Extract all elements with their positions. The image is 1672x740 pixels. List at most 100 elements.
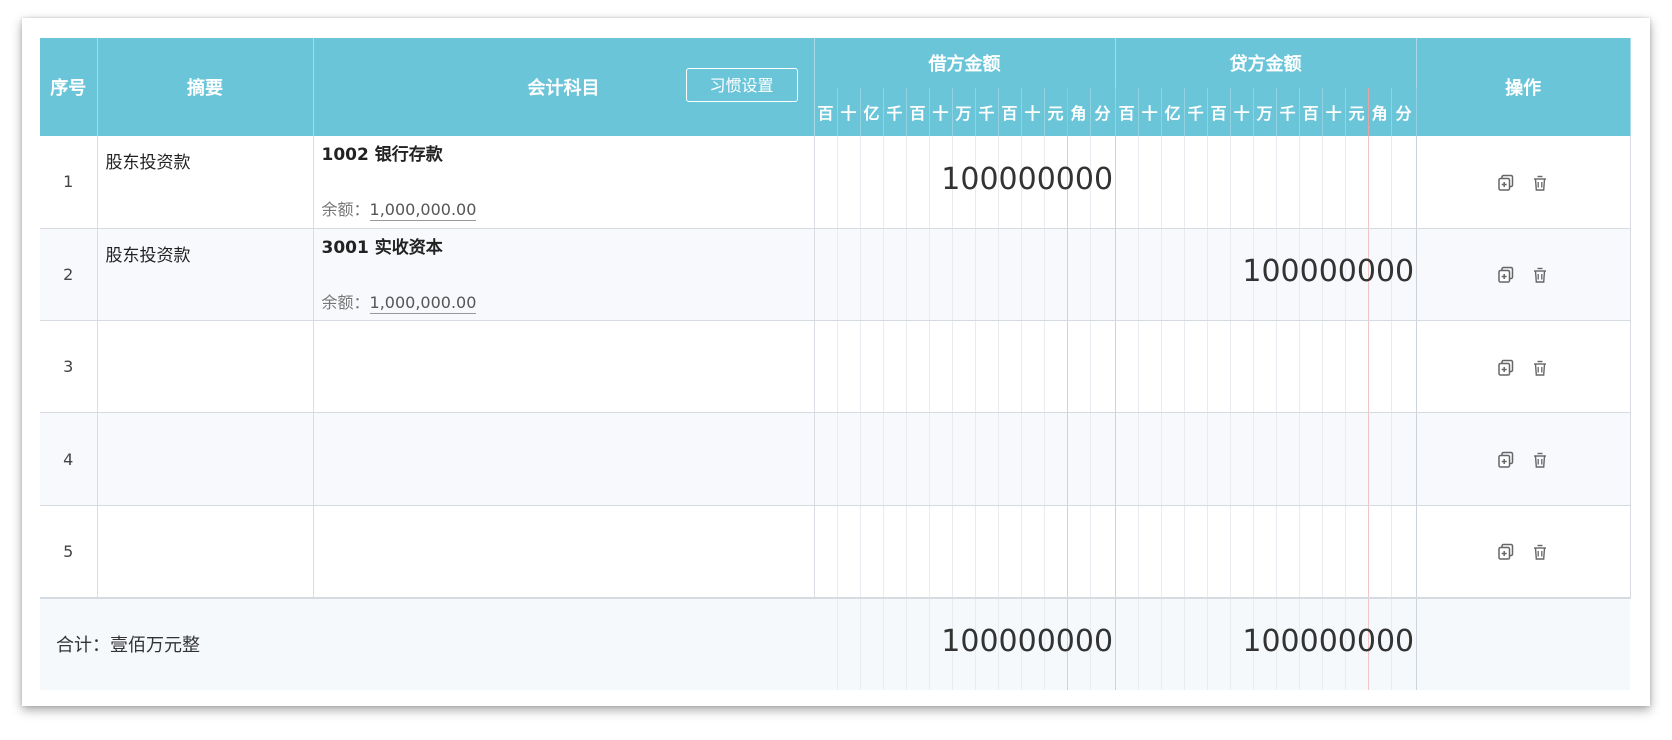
credit-digit-cell[interactable] — [1115, 412, 1139, 506]
debit-digit-cell[interactable] — [929, 228, 953, 322]
summary-input[interactable] — [97, 320, 314, 414]
credit-digit-cell[interactable] — [1207, 505, 1231, 599]
credit-digit-cell[interactable] — [1391, 505, 1417, 599]
credit-digit-cell[interactable] — [1230, 505, 1254, 599]
credit-digit-cell[interactable] — [1253, 320, 1277, 414]
debit-digit-cell[interactable] — [883, 228, 907, 322]
credit-digit-cell[interactable] — [1322, 412, 1346, 506]
credit-digit-cell[interactable] — [1345, 320, 1369, 414]
copy-icon[interactable] — [1497, 543, 1515, 561]
copy-icon[interactable] — [1497, 451, 1515, 469]
debit-digit-cell[interactable] — [1090, 505, 1116, 599]
debit-digit-cell[interactable] — [883, 136, 907, 229]
debit-digit-cell[interactable] — [814, 505, 838, 599]
credit-digit-cell[interactable] — [1138, 505, 1162, 599]
debit-digit-cell[interactable] — [975, 505, 999, 599]
debit-digit-cell[interactable] — [860, 228, 884, 322]
credit-digit-cell[interactable] — [1345, 136, 1369, 229]
credit-digit-cell[interactable] — [1391, 228, 1417, 322]
copy-icon[interactable] — [1497, 266, 1515, 284]
credit-digit-cell[interactable] — [1230, 320, 1254, 414]
debit-digit-cell[interactable] — [998, 320, 1022, 414]
debit-digit-cell[interactable] — [998, 412, 1022, 506]
debit-digit-cell[interactable] — [1021, 412, 1045, 506]
debit-digit-cell[interactable] — [1067, 320, 1091, 414]
account-select[interactable] — [313, 412, 815, 506]
debit-digit-cell[interactable] — [1021, 228, 1045, 322]
credit-digit-cell[interactable] — [1161, 228, 1185, 322]
debit-digit-cell[interactable] — [1021, 136, 1045, 229]
credit-digit-cell[interactable] — [1161, 320, 1185, 414]
debit-digit-cell[interactable] — [837, 412, 861, 506]
credit-digit-cell[interactable] — [1230, 412, 1254, 506]
debit-digit-cell[interactable] — [952, 412, 976, 506]
debit-digit-cell[interactable] — [1021, 505, 1045, 599]
debit-digit-cell[interactable] — [906, 228, 930, 322]
credit-digit-cell[interactable] — [1345, 412, 1369, 506]
credit-digit-cell[interactable] — [1115, 136, 1139, 229]
credit-digit-cell[interactable] — [1299, 136, 1323, 229]
debit-digit-cell[interactable] — [814, 412, 838, 506]
debit-digit-cell[interactable] — [1067, 136, 1091, 229]
credit-digit-cell[interactable] — [1322, 320, 1346, 414]
credit-digit-cell[interactable] — [1391, 320, 1417, 414]
credit-digit-cell[interactable] — [1276, 228, 1300, 322]
debit-digit-cell[interactable] — [929, 505, 953, 599]
debit-digit-cell[interactable] — [1021, 320, 1045, 414]
balance-value[interactable]: 1,000,000.00 — [369, 200, 477, 221]
debit-digit-cell[interactable] — [1067, 228, 1091, 322]
copy-icon[interactable] — [1497, 174, 1515, 192]
debit-digit-cell[interactable] — [998, 228, 1022, 322]
debit-digit-cell[interactable] — [1090, 412, 1116, 506]
credit-digit-cell[interactable] — [1345, 505, 1369, 599]
debit-digit-cell[interactable] — [860, 136, 884, 229]
credit-digit-cell[interactable] — [1322, 505, 1346, 599]
debit-digit-cell[interactable] — [837, 320, 861, 414]
debit-digit-cell[interactable] — [929, 320, 953, 414]
debit-digit-cell[interactable] — [952, 136, 976, 229]
credit-digit-cell[interactable] — [1299, 412, 1323, 506]
debit-digit-cell[interactable] — [929, 136, 953, 229]
credit-digit-cell[interactable] — [1115, 228, 1139, 322]
debit-digit-cell[interactable] — [814, 136, 838, 229]
debit-digit-cell[interactable] — [837, 136, 861, 229]
account-select[interactable] — [313, 505, 815, 599]
credit-digit-cell[interactable] — [1230, 228, 1254, 322]
debit-digit-cell[interactable] — [1090, 320, 1116, 414]
credit-digit-cell[interactable] — [1391, 136, 1417, 229]
credit-digit-cell[interactable] — [1207, 412, 1231, 506]
credit-digit-cell[interactable] — [1253, 412, 1277, 506]
debit-digit-cell[interactable] — [906, 136, 930, 229]
debit-digit-cell[interactable] — [883, 412, 907, 506]
credit-digit-cell[interactable] — [1276, 412, 1300, 506]
debit-digit-cell[interactable] — [1067, 505, 1091, 599]
credit-digit-cell[interactable] — [1161, 505, 1185, 599]
credit-digit-cell[interactable] — [1253, 228, 1277, 322]
credit-digit-cell[interactable] — [1368, 136, 1392, 229]
credit-digit-cell[interactable] — [1253, 136, 1277, 229]
debit-digit-cell[interactable] — [952, 505, 976, 599]
debit-digit-cell[interactable] — [1044, 228, 1068, 322]
credit-digit-cell[interactable] — [1138, 412, 1162, 506]
debit-digit-cell[interactable] — [952, 228, 976, 322]
debit-digit-cell[interactable] — [998, 136, 1022, 229]
credit-digit-cell[interactable] — [1138, 320, 1162, 414]
debit-digit-cell[interactable] — [929, 412, 953, 506]
debit-digit-cell[interactable] — [1044, 412, 1068, 506]
credit-digit-cell[interactable] — [1207, 320, 1231, 414]
account-select[interactable]: 3001 实收资本 余额：1,000,000.00 — [313, 228, 815, 322]
debit-digit-cell[interactable] — [906, 320, 930, 414]
debit-digit-cell[interactable] — [814, 320, 838, 414]
credit-digit-cell[interactable] — [1253, 505, 1277, 599]
credit-digit-cell[interactable] — [1345, 228, 1369, 322]
debit-digit-cell[interactable] — [1044, 320, 1068, 414]
credit-digit-cell[interactable] — [1138, 136, 1162, 229]
credit-digit-cell[interactable] — [1184, 136, 1208, 229]
account-select[interactable] — [313, 320, 815, 414]
credit-digit-cell[interactable] — [1368, 228, 1392, 322]
debit-digit-cell[interactable] — [860, 505, 884, 599]
debit-digit-cell[interactable] — [860, 412, 884, 506]
credit-digit-cell[interactable] — [1161, 136, 1185, 229]
trash-icon[interactable] — [1531, 266, 1549, 284]
credit-digit-cell[interactable] — [1184, 228, 1208, 322]
